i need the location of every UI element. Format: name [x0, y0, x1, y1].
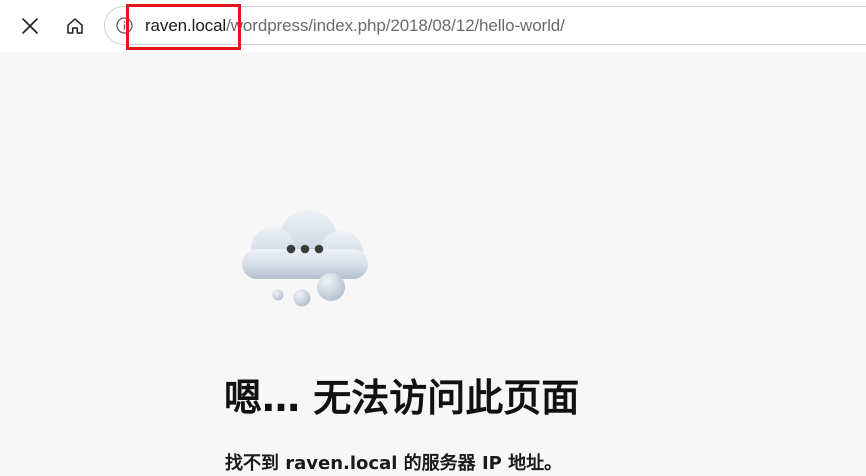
error-title: 嗯… 无法访问此页面: [224, 376, 580, 420]
address-bar[interactable]: raven.local/wordpress/index.php/2018/08/…: [104, 6, 866, 45]
url-host: raven.local: [145, 16, 227, 35]
home-button[interactable]: [57, 8, 93, 44]
close-icon: [22, 18, 38, 34]
url-path: /wordpress/index.php/2018/08/12/hello-wo…: [226, 16, 565, 35]
url-text[interactable]: raven.local/wordpress/index.php/2018/08/…: [145, 16, 565, 36]
home-icon: [67, 18, 83, 34]
error-detail: 找不到 raven.local 的服务器 IP 地址。: [225, 453, 563, 474]
cloud-with-dots-illustration: [242, 210, 368, 307]
info-icon[interactable]: [116, 17, 133, 34]
stop-loading-button[interactable]: [12, 8, 48, 44]
browser-toolbar: raven.local/wordpress/index.php/2018/08/…: [0, 0, 866, 52]
